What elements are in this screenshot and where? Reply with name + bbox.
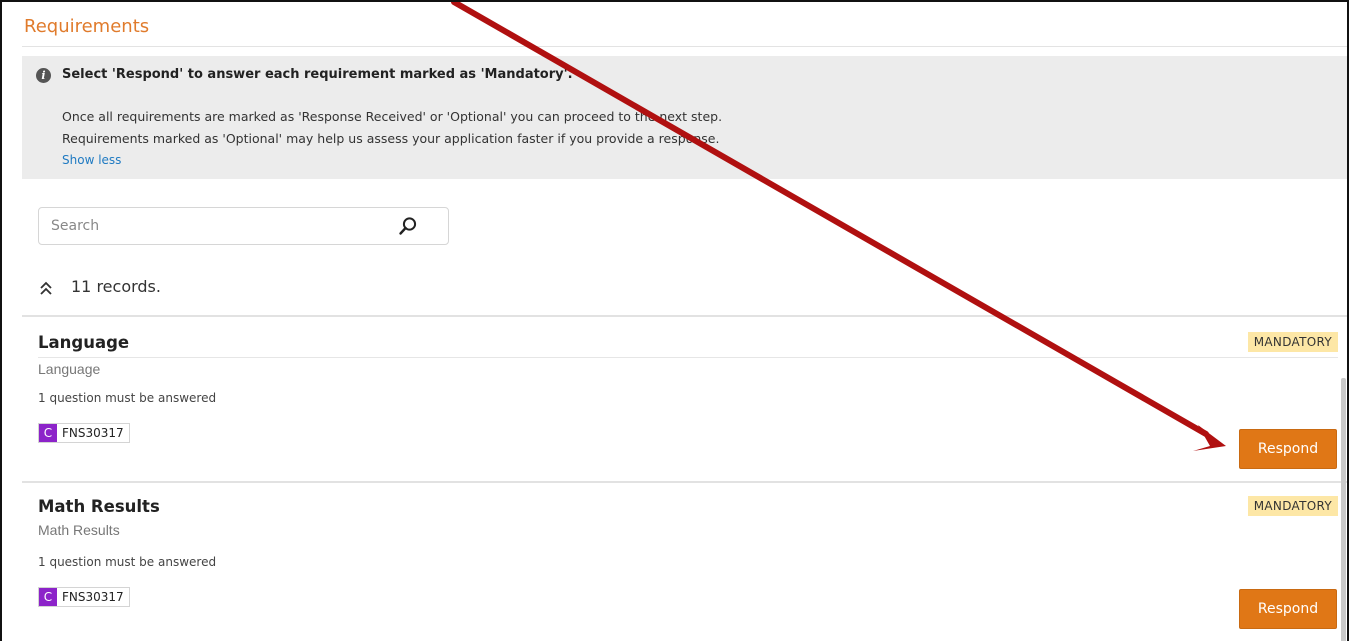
requirement-title-underline <box>38 357 1338 358</box>
page-title: Requirements <box>24 16 150 37</box>
requirement-note: 1 question must be answered <box>38 391 217 405</box>
requirement-note: 1 question must be answered <box>38 555 217 569</box>
tag-letter: C <box>39 424 57 442</box>
list-divider <box>22 315 1347 317</box>
title-divider <box>22 46 1347 47</box>
respond-button[interactable]: Respond <box>1239 589 1337 629</box>
info-headline: Select 'Respond' to answer each requirem… <box>62 67 573 82</box>
requirement-card: Language MANDATORY Language 1 question m… <box>22 332 1347 473</box>
info-text-line: Once all requirements are marked as 'Res… <box>62 109 723 124</box>
requirement-title: Language <box>38 333 130 352</box>
requirements-page: Requirements i Select 'Respond' to answe… <box>0 0 1349 641</box>
requirement-subtitle: Math Results <box>38 522 120 538</box>
records-count: 11 records. <box>71 277 161 296</box>
info-panel: i Select 'Respond' to answer each requir… <box>22 56 1347 179</box>
requirement-card: Math Results MANDATORY Math Results 1 qu… <box>22 496 1347 641</box>
scrollbar[interactable] <box>1341 378 1346 641</box>
info-text-line: Requirements marked as 'Optional' may he… <box>62 131 720 146</box>
tag-code: FNS30317 <box>57 588 129 606</box>
show-less-link[interactable]: Show less <box>62 153 121 167</box>
info-icon: i <box>36 68 51 83</box>
search-icon[interactable] <box>398 216 418 236</box>
requirement-title: Math Results <box>38 497 160 516</box>
card-separator <box>22 481 1347 483</box>
tag-code: FNS30317 <box>57 424 129 442</box>
double-chevron-up-icon[interactable] <box>39 280 53 296</box>
search-box <box>38 207 449 245</box>
respond-button[interactable]: Respond <box>1239 429 1337 469</box>
mandatory-badge: MANDATORY <box>1247 332 1338 352</box>
qualification-tag: C FNS30317 <box>38 423 130 443</box>
qualification-tag: C FNS30317 <box>38 587 130 607</box>
mandatory-badge: MANDATORY <box>1247 496 1338 516</box>
tag-letter: C <box>39 588 57 606</box>
search-input[interactable] <box>39 208 401 244</box>
requirement-subtitle: Language <box>38 361 101 377</box>
